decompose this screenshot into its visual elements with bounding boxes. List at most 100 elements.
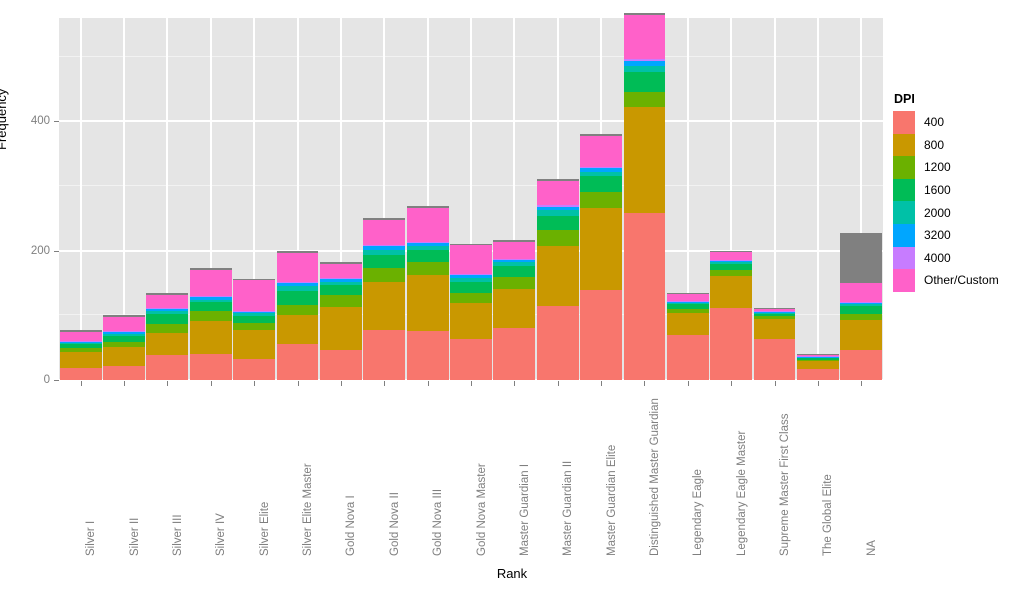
- bar-segment-800: [59, 352, 102, 369]
- bar-segment-400: [666, 335, 709, 380]
- bar-segment-2000: [753, 312, 796, 314]
- bar-segment-3200: [623, 61, 666, 66]
- legend-item-400[interactable]: 400: [893, 111, 999, 134]
- bar-segment-800: [797, 361, 839, 370]
- bar-gold-nova-iii[interactable]: [406, 206, 449, 380]
- bar-segment-4000: [536, 205, 579, 207]
- legend-item-3200[interactable]: 3200: [893, 223, 999, 247]
- bar-na[interactable]: [840, 232, 883, 380]
- bar-gold-nova-master[interactable]: [450, 243, 492, 380]
- bar-segment-na: [840, 232, 883, 284]
- y-axis-tick-label: 0: [43, 374, 50, 386]
- bar-master-guardian-i[interactable]: [493, 239, 536, 380]
- x-axis-tick-label: Gold Nova III: [432, 488, 445, 556]
- bar-legendary-eagle-master[interactable]: [710, 250, 753, 380]
- legend-item-4000[interactable]: 4000: [893, 246, 999, 270]
- legend-item-label: 3200: [924, 228, 951, 243]
- bar-silver-elite[interactable]: [233, 278, 276, 380]
- legend-item-other-custom[interactable]: Other/Custom: [893, 269, 999, 292]
- legend-item-1200[interactable]: 1200: [893, 156, 999, 179]
- y-axis-title: Frequency: [0, 88, 9, 150]
- legend-item-1600[interactable]: 1600: [893, 178, 999, 202]
- bar-segment-2000: [189, 299, 232, 303]
- bar-the-global-elite[interactable]: [797, 353, 839, 380]
- bar-supreme-master-first-class[interactable]: [753, 308, 796, 380]
- bar-segment-2000: [450, 277, 492, 282]
- bar-segment-3200: [146, 308, 189, 311]
- plot-panel: [59, 13, 883, 381]
- x-axis-tick-mark: [557, 381, 559, 386]
- bar-segment-3200: [103, 331, 145, 335]
- bar-segment-na: [493, 239, 536, 242]
- bar-segment-400: [840, 350, 883, 380]
- bar-legendary-eagle[interactable]: [666, 292, 709, 380]
- x-axis-tick-mark: [124, 381, 126, 386]
- bar-segment-800: [189, 321, 232, 354]
- legend-item-label: 2000: [924, 205, 951, 220]
- bar-segment-800: [319, 306, 362, 350]
- bar-segment-3200: [59, 341, 102, 344]
- bar-segment-other-custom: [710, 252, 753, 261]
- bar-segment-2000: [276, 286, 319, 291]
- bar-segment-4000: [840, 301, 883, 303]
- legend-item-label: 1200: [924, 160, 951, 175]
- bar-segment-4000: [319, 277, 362, 280]
- bar-segment-1200: [753, 316, 796, 320]
- bar-silver-iii[interactable]: [146, 292, 189, 380]
- x-axis-tick-mark: [427, 381, 429, 386]
- bar-segment-800: [233, 330, 276, 359]
- bar-segment-1600: [276, 290, 319, 306]
- bar-master-guardian-elite[interactable]: [580, 133, 623, 380]
- bar-segment-1200: [406, 262, 449, 276]
- bar-segment-1600: [363, 254, 406, 268]
- bar-segment-800: [146, 333, 189, 355]
- legend-color-swatch: [893, 111, 915, 134]
- x-axis-tick-label: Gold Nova I: [345, 495, 358, 556]
- bar-segment-400: [189, 353, 232, 380]
- legend-item-2000[interactable]: 2000: [893, 201, 999, 224]
- x-axis-tick-mark: [210, 381, 212, 386]
- x-axis-tick-mark: [384, 381, 386, 386]
- legend-color-swatch: [893, 269, 915, 292]
- bar-master-guardian-ii[interactable]: [536, 178, 579, 380]
- bar-segment-400: [753, 338, 796, 380]
- bar-silver-ii[interactable]: [103, 315, 145, 380]
- legend-item-label: 4000: [924, 250, 951, 265]
- x-axis-tick-mark: [644, 381, 646, 386]
- bar-distinguished-master-guardian[interactable]: [623, 13, 666, 380]
- bar-segment-na: [797, 353, 839, 355]
- bar-segment-4000: [666, 301, 709, 302]
- bar-segment-3200: [536, 206, 579, 210]
- legend-item-800[interactable]: 800: [893, 133, 999, 157]
- bar-gold-nova-i[interactable]: [319, 262, 362, 380]
- bar-segment-other-custom: [840, 283, 883, 302]
- legend-entries: 400 800 1200 1600 2000 3200 4000 Other/Custom: [893, 111, 999, 292]
- bar-segment-1600: [536, 215, 579, 231]
- bar-segment-2000: [233, 313, 276, 317]
- bar-segment-na: [406, 206, 449, 209]
- bar-segment-1600: [710, 263, 753, 271]
- bar-silver-i[interactable]: [59, 330, 102, 380]
- x-axis-tick-label: The Global Elite: [822, 474, 835, 556]
- bar-segment-1200: [797, 359, 839, 362]
- bar-segment-4000: [406, 241, 449, 243]
- bar-segment-na: [103, 315, 145, 318]
- bar-segment-1600: [59, 344, 102, 349]
- bar-segment-1200: [363, 267, 406, 282]
- bar-segment-400: [59, 368, 102, 380]
- legend-color-swatch: [893, 201, 915, 224]
- bar-gold-nova-ii[interactable]: [363, 218, 406, 380]
- bar-segment-400: [797, 369, 839, 380]
- x-axis-tick-label: Master Guardian Elite: [605, 444, 618, 556]
- bar-segment-2000: [493, 262, 536, 266]
- bar-silver-iv[interactable]: [189, 268, 232, 380]
- x-axis-tick-label: Gold Nova Master: [475, 463, 488, 556]
- bar-segment-400: [536, 306, 579, 380]
- bar-segment-1600: [189, 302, 232, 311]
- bar-segment-2000: [623, 65, 666, 72]
- bar-segment-4000: [233, 310, 276, 312]
- x-axis-tick-label: Supreme Master First Class: [779, 413, 792, 556]
- bar-segment-2000: [797, 357, 839, 359]
- x-axis-tick-label: NA: [865, 540, 878, 556]
- bar-silver-elite-master[interactable]: [276, 250, 319, 380]
